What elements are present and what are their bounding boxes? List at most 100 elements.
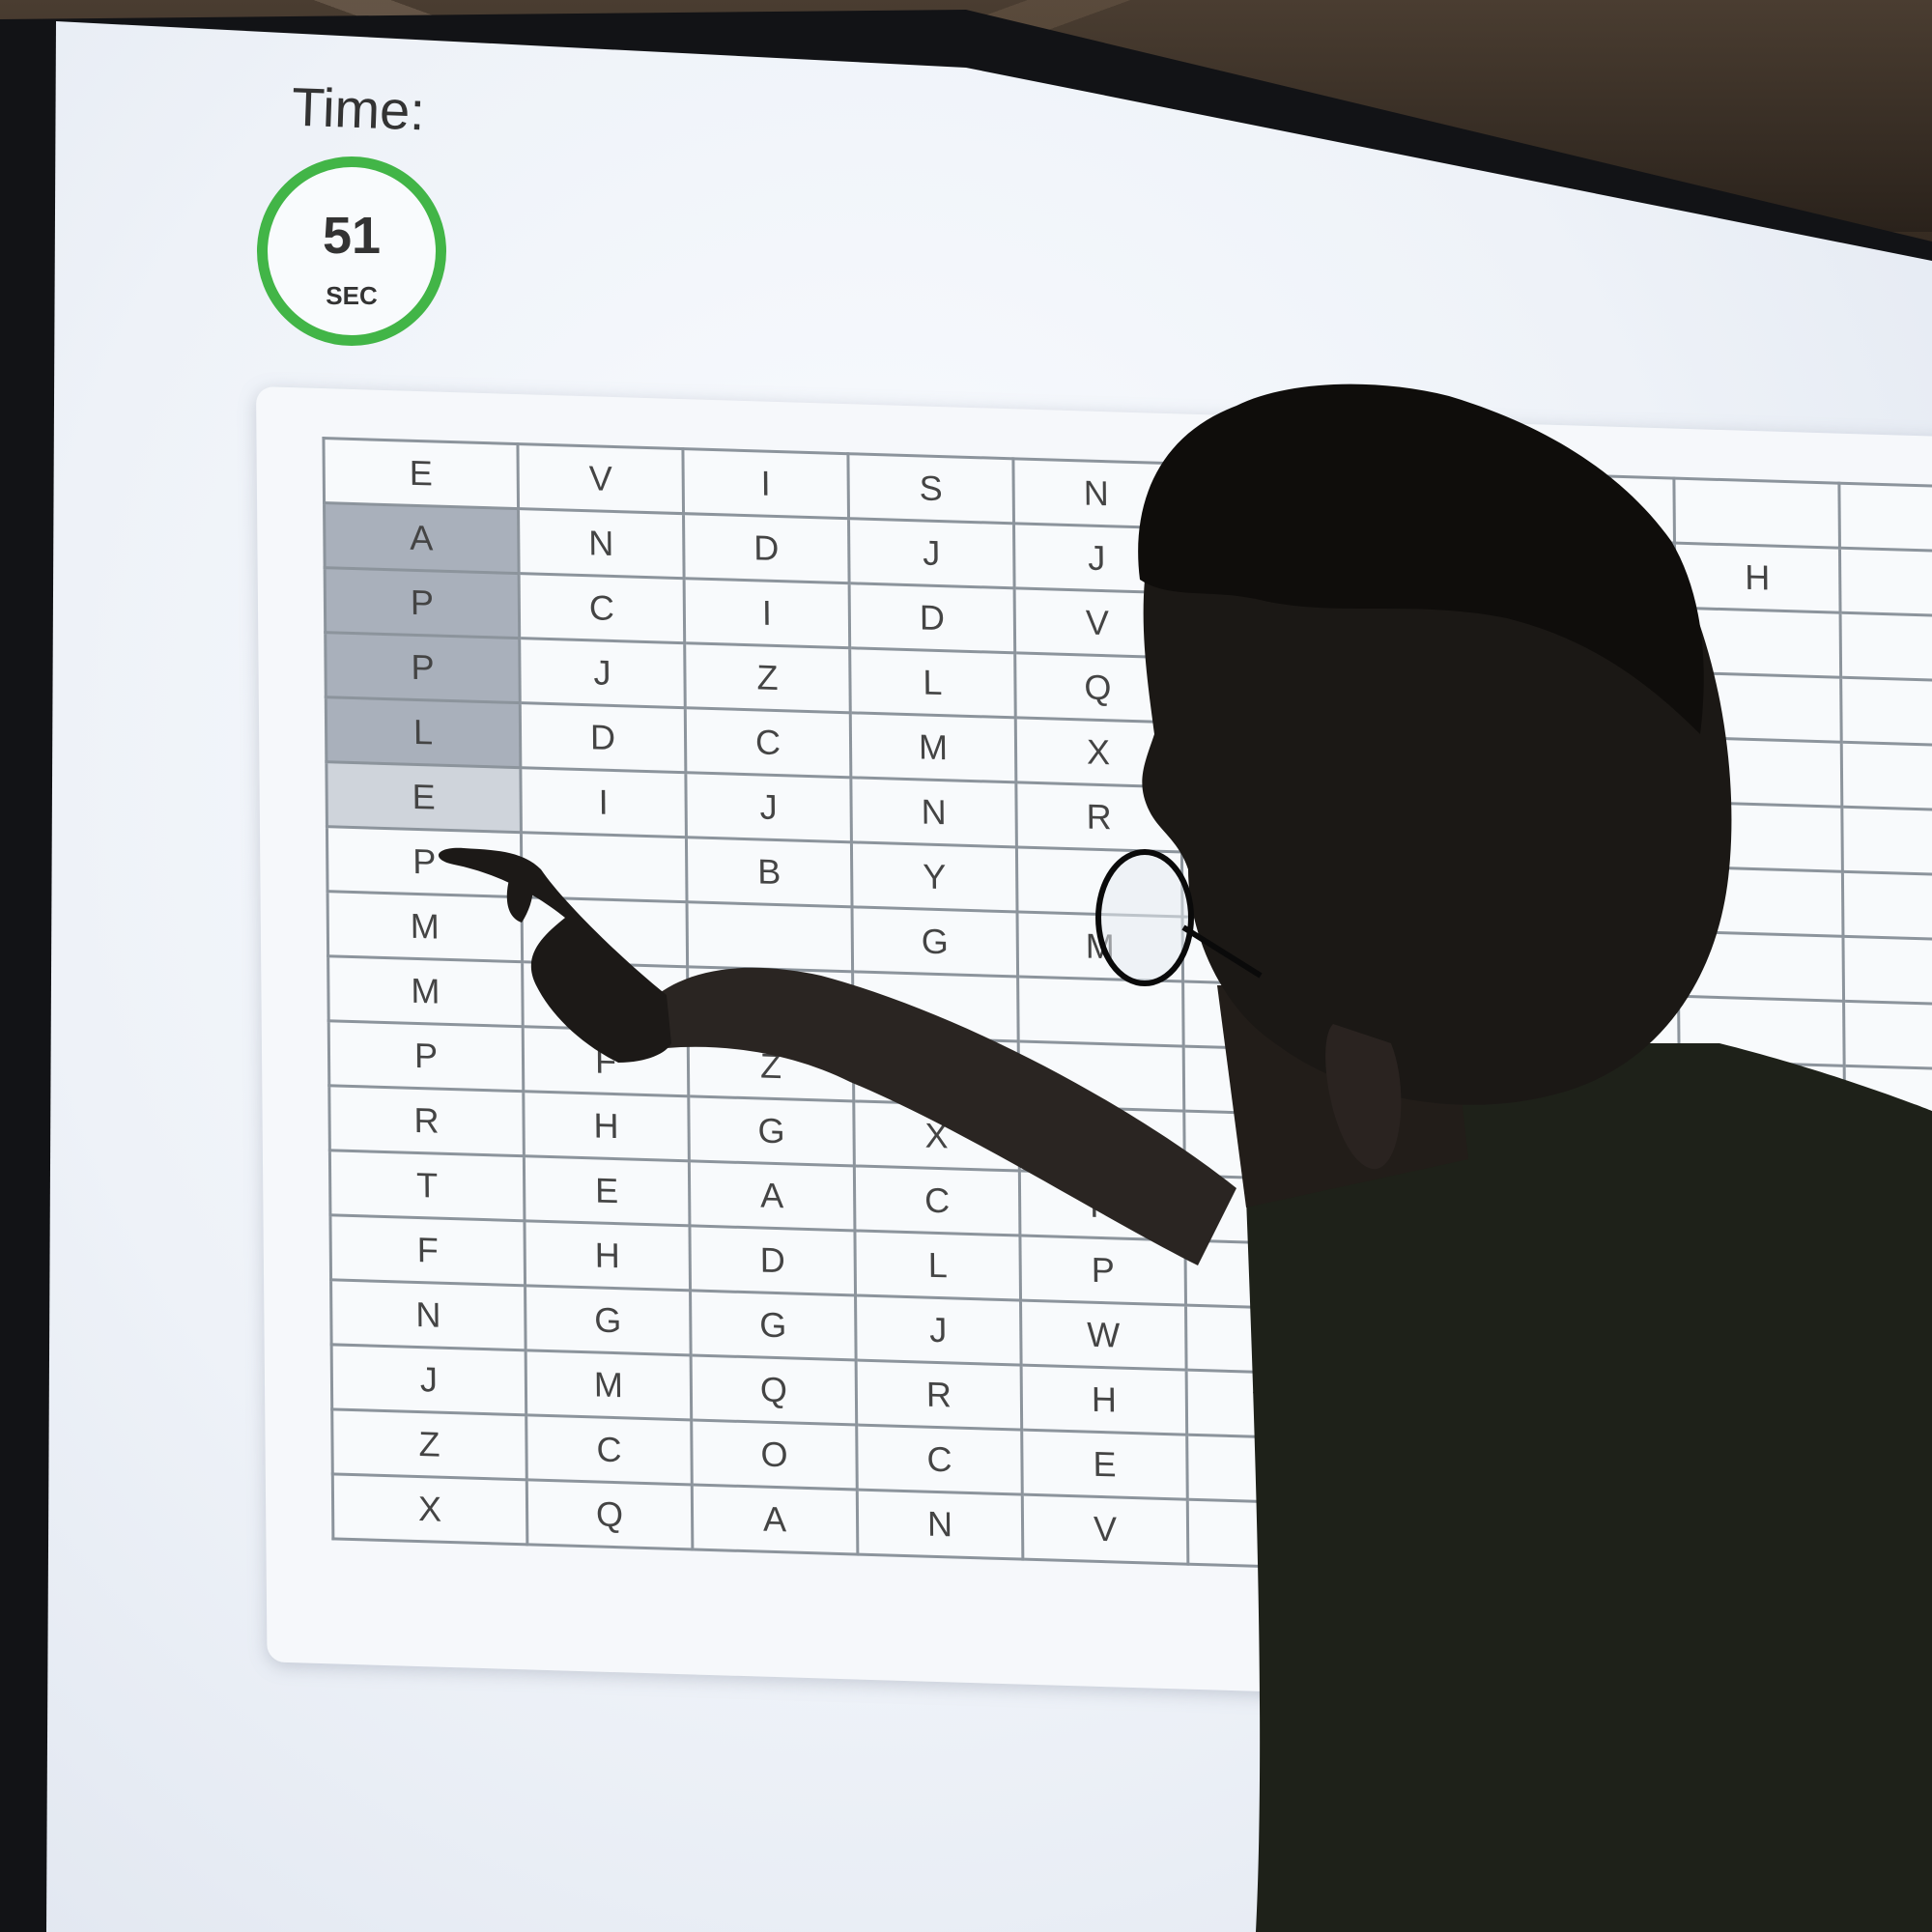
grid-cell[interactable]: N <box>857 1490 1023 1560</box>
grid-cell[interactable] <box>1679 1125 1846 1196</box>
grid-cell[interactable]: L <box>854 1230 1021 1301</box>
grid-cell[interactable] <box>1511 797 1678 867</box>
grid-cell[interactable] <box>1682 1384 1848 1455</box>
grid-cell[interactable] <box>1516 1315 1683 1385</box>
grid-cell[interactable]: W <box>1186 1370 1352 1440</box>
grid-cell[interactable] <box>1018 1105 1185 1177</box>
grid-cell[interactable] <box>1349 1051 1515 1122</box>
grid-cell[interactable] <box>1515 1250 1682 1321</box>
grid-cell[interactable]: H <box>1019 1170 1185 1241</box>
grid-cell[interactable] <box>1508 473 1675 544</box>
grid-cell[interactable] <box>1183 1046 1350 1117</box>
grid-cell[interactable]: S <box>1187 1499 1353 1570</box>
grid-cell[interactable]: P <box>1351 1375 1518 1445</box>
grid-cell[interactable]: Q <box>1014 652 1181 723</box>
grid-cell[interactable] <box>1512 862 1678 932</box>
grid-cell[interactable]: M <box>1017 911 1183 982</box>
grid-cell[interactable]: J <box>848 518 1015 588</box>
grid-cell[interactable]: F <box>329 1214 526 1286</box>
grid-cell[interactable] <box>1512 926 1679 997</box>
grid-cell[interactable] <box>1344 532 1511 604</box>
grid-cell[interactable] <box>1683 1514 1849 1584</box>
grid-cell[interactable]: D <box>849 582 1015 653</box>
grid-cell[interactable] <box>1847 1389 1932 1460</box>
grid-cell[interactable] <box>1347 922 1514 992</box>
grid-cell[interactable]: M <box>327 955 524 1027</box>
grid-cell[interactable]: C <box>519 573 685 643</box>
grid-cell[interactable] <box>1845 1195 1932 1265</box>
grid-cell[interactable] <box>522 961 689 1032</box>
grid-cell[interactable] <box>1180 722 1347 793</box>
grid-cell[interactable] <box>1678 996 1845 1066</box>
grid-cell[interactable] <box>1346 792 1513 863</box>
grid-cell[interactable] <box>1515 1185 1681 1256</box>
grid-cell[interactable]: V <box>517 443 684 514</box>
grid-cell[interactable]: R <box>1015 781 1182 852</box>
grid-cell[interactable] <box>1183 1111 1350 1181</box>
grid-cell[interactable] <box>1844 1065 1932 1136</box>
grid-cell[interactable]: H <box>524 1220 691 1291</box>
grid-cell[interactable]: P <box>327 826 523 897</box>
grid-cell[interactable] <box>1517 1379 1683 1450</box>
grid-cell[interactable]: A <box>324 502 520 574</box>
grid-cell[interactable] <box>1838 483 1932 554</box>
grid-cell[interactable] <box>1510 603 1676 673</box>
grid-cell[interactable] <box>1847 1454 1932 1524</box>
grid-cell[interactable] <box>1179 527 1346 598</box>
grid-cell[interactable] <box>853 1036 1019 1106</box>
grid-cell[interactable]: P <box>1019 1236 1186 1306</box>
grid-cell[interactable] <box>1517 1444 1684 1515</box>
grid-cell[interactable]: J <box>685 772 852 842</box>
grid-cell[interactable]: O <box>691 1419 858 1491</box>
grid-cell[interactable]: Z <box>688 1031 854 1101</box>
grid-cell[interactable] <box>1513 991 1680 1062</box>
grid-cell[interactable]: Q <box>526 1479 693 1549</box>
grid-cell[interactable]: C <box>685 707 851 778</box>
grid-cell[interactable] <box>1840 612 1932 683</box>
grid-cell[interactable] <box>1846 1324 1932 1395</box>
grid-cell[interactable] <box>1841 742 1932 812</box>
grid-cell[interactable]: L <box>849 647 1016 718</box>
grid-cell[interactable]: N <box>330 1279 526 1350</box>
grid-cell[interactable]: Z <box>684 642 851 713</box>
grid-cell[interactable]: T <box>329 1150 525 1221</box>
grid-cell[interactable]: L <box>326 696 521 768</box>
grid-cell[interactable]: E <box>524 1155 690 1226</box>
grid-cell[interactable]: G <box>852 906 1018 977</box>
grid-cell[interactable] <box>1016 846 1183 917</box>
grid-cell[interactable]: M <box>327 891 523 962</box>
grid-cell[interactable]: V <box>1022 1494 1188 1565</box>
grid-cell[interactable]: C <box>526 1414 693 1485</box>
grid-cell[interactable]: E <box>326 761 522 833</box>
grid-cell[interactable]: J <box>519 638 686 708</box>
grid-cell[interactable]: D <box>689 1225 856 1295</box>
grid-cell[interactable] <box>522 896 688 967</box>
grid-cell[interactable] <box>1839 548 1932 618</box>
grid-cell[interactable] <box>1514 1056 1680 1126</box>
grid-cell[interactable]: J <box>1185 1305 1352 1376</box>
grid-cell[interactable] <box>1679 1061 1845 1131</box>
grid-cell[interactable]: I <box>684 578 850 648</box>
grid-cell[interactable] <box>1682 1449 1849 1520</box>
grid-cell[interactable] <box>1178 463 1345 533</box>
grid-cell[interactable]: F <box>523 1026 689 1096</box>
grid-cell[interactable] <box>1841 807 1932 877</box>
grid-cell[interactable]: M <box>526 1350 692 1420</box>
grid-cell[interactable] <box>1351 1439 1519 1510</box>
grid-cell[interactable]: G <box>688 1095 855 1166</box>
grid-cell[interactable] <box>1680 1255 1847 1325</box>
grid-cell[interactable] <box>1509 538 1676 609</box>
grid-cell[interactable]: H <box>1021 1365 1187 1435</box>
grid-cell[interactable]: R <box>856 1359 1022 1431</box>
grid-cell[interactable] <box>1345 597 1511 668</box>
grid-cell[interactable]: X <box>1015 717 1181 787</box>
grid-cell[interactable] <box>1017 976 1184 1047</box>
grid-cell[interactable] <box>1179 657 1347 728</box>
grid-cell[interactable] <box>1179 592 1346 663</box>
grid-cell[interactable]: H <box>1674 543 1841 613</box>
grid-cell[interactable]: H <box>523 1091 690 1161</box>
grid-cell[interactable]: A <box>692 1484 858 1555</box>
grid-cell[interactable] <box>1843 1001 1932 1071</box>
grid-cell[interactable] <box>687 901 853 972</box>
grid-cell[interactable]: P <box>1350 1310 1518 1380</box>
